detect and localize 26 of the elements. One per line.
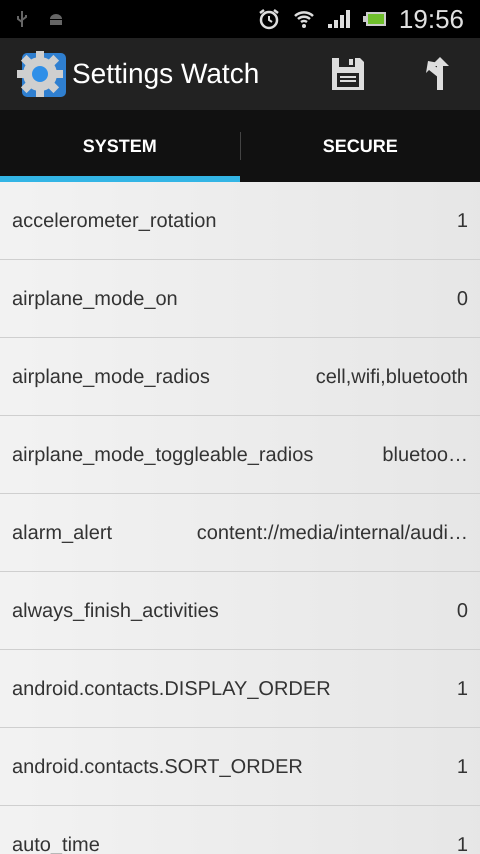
setting-name: airplane_mode_radios — [12, 364, 210, 390]
setting-name: android.contacts.DISPLAY_ORDER — [12, 676, 331, 702]
alarm-clock-icon — [256, 7, 281, 31]
setting-name: android.contacts.SORT_ORDER — [12, 754, 303, 780]
setting-value: 1 — [456, 832, 468, 854]
setting-value: cell,wifi,bluetooth — [316, 364, 468, 390]
setting-value: bluetoo… — [382, 442, 468, 468]
setting-name: always_finish_activities — [12, 598, 219, 624]
signal-icon — [326, 9, 351, 29]
setting-name: alarm_alert — [12, 520, 112, 546]
setting-name: accelerometer_rotation — [12, 208, 217, 234]
setting-value: 1 — [456, 676, 468, 702]
setting-value: 0 — [456, 598, 468, 624]
status-time: 19:56 — [398, 2, 464, 36]
usb-icon — [16, 10, 28, 28]
setting-value: content://media/internal/audi… — [196, 520, 468, 546]
wifi-icon — [292, 8, 315, 30]
setting-name: airplane_mode_toggleable_radios — [12, 442, 314, 468]
gear-icon — [16, 50, 68, 98]
tab[interactable]: SECURE — [240, 110, 480, 182]
setting-value: 1 — [456, 208, 468, 234]
setting-value: 0 — [456, 286, 468, 312]
setting-value: 1 — [456, 754, 468, 780]
setting-name: airplane_mode_on — [12, 286, 178, 312]
app-title: Settings Watch — [72, 57, 260, 91]
battery-icon — [362, 11, 387, 27]
